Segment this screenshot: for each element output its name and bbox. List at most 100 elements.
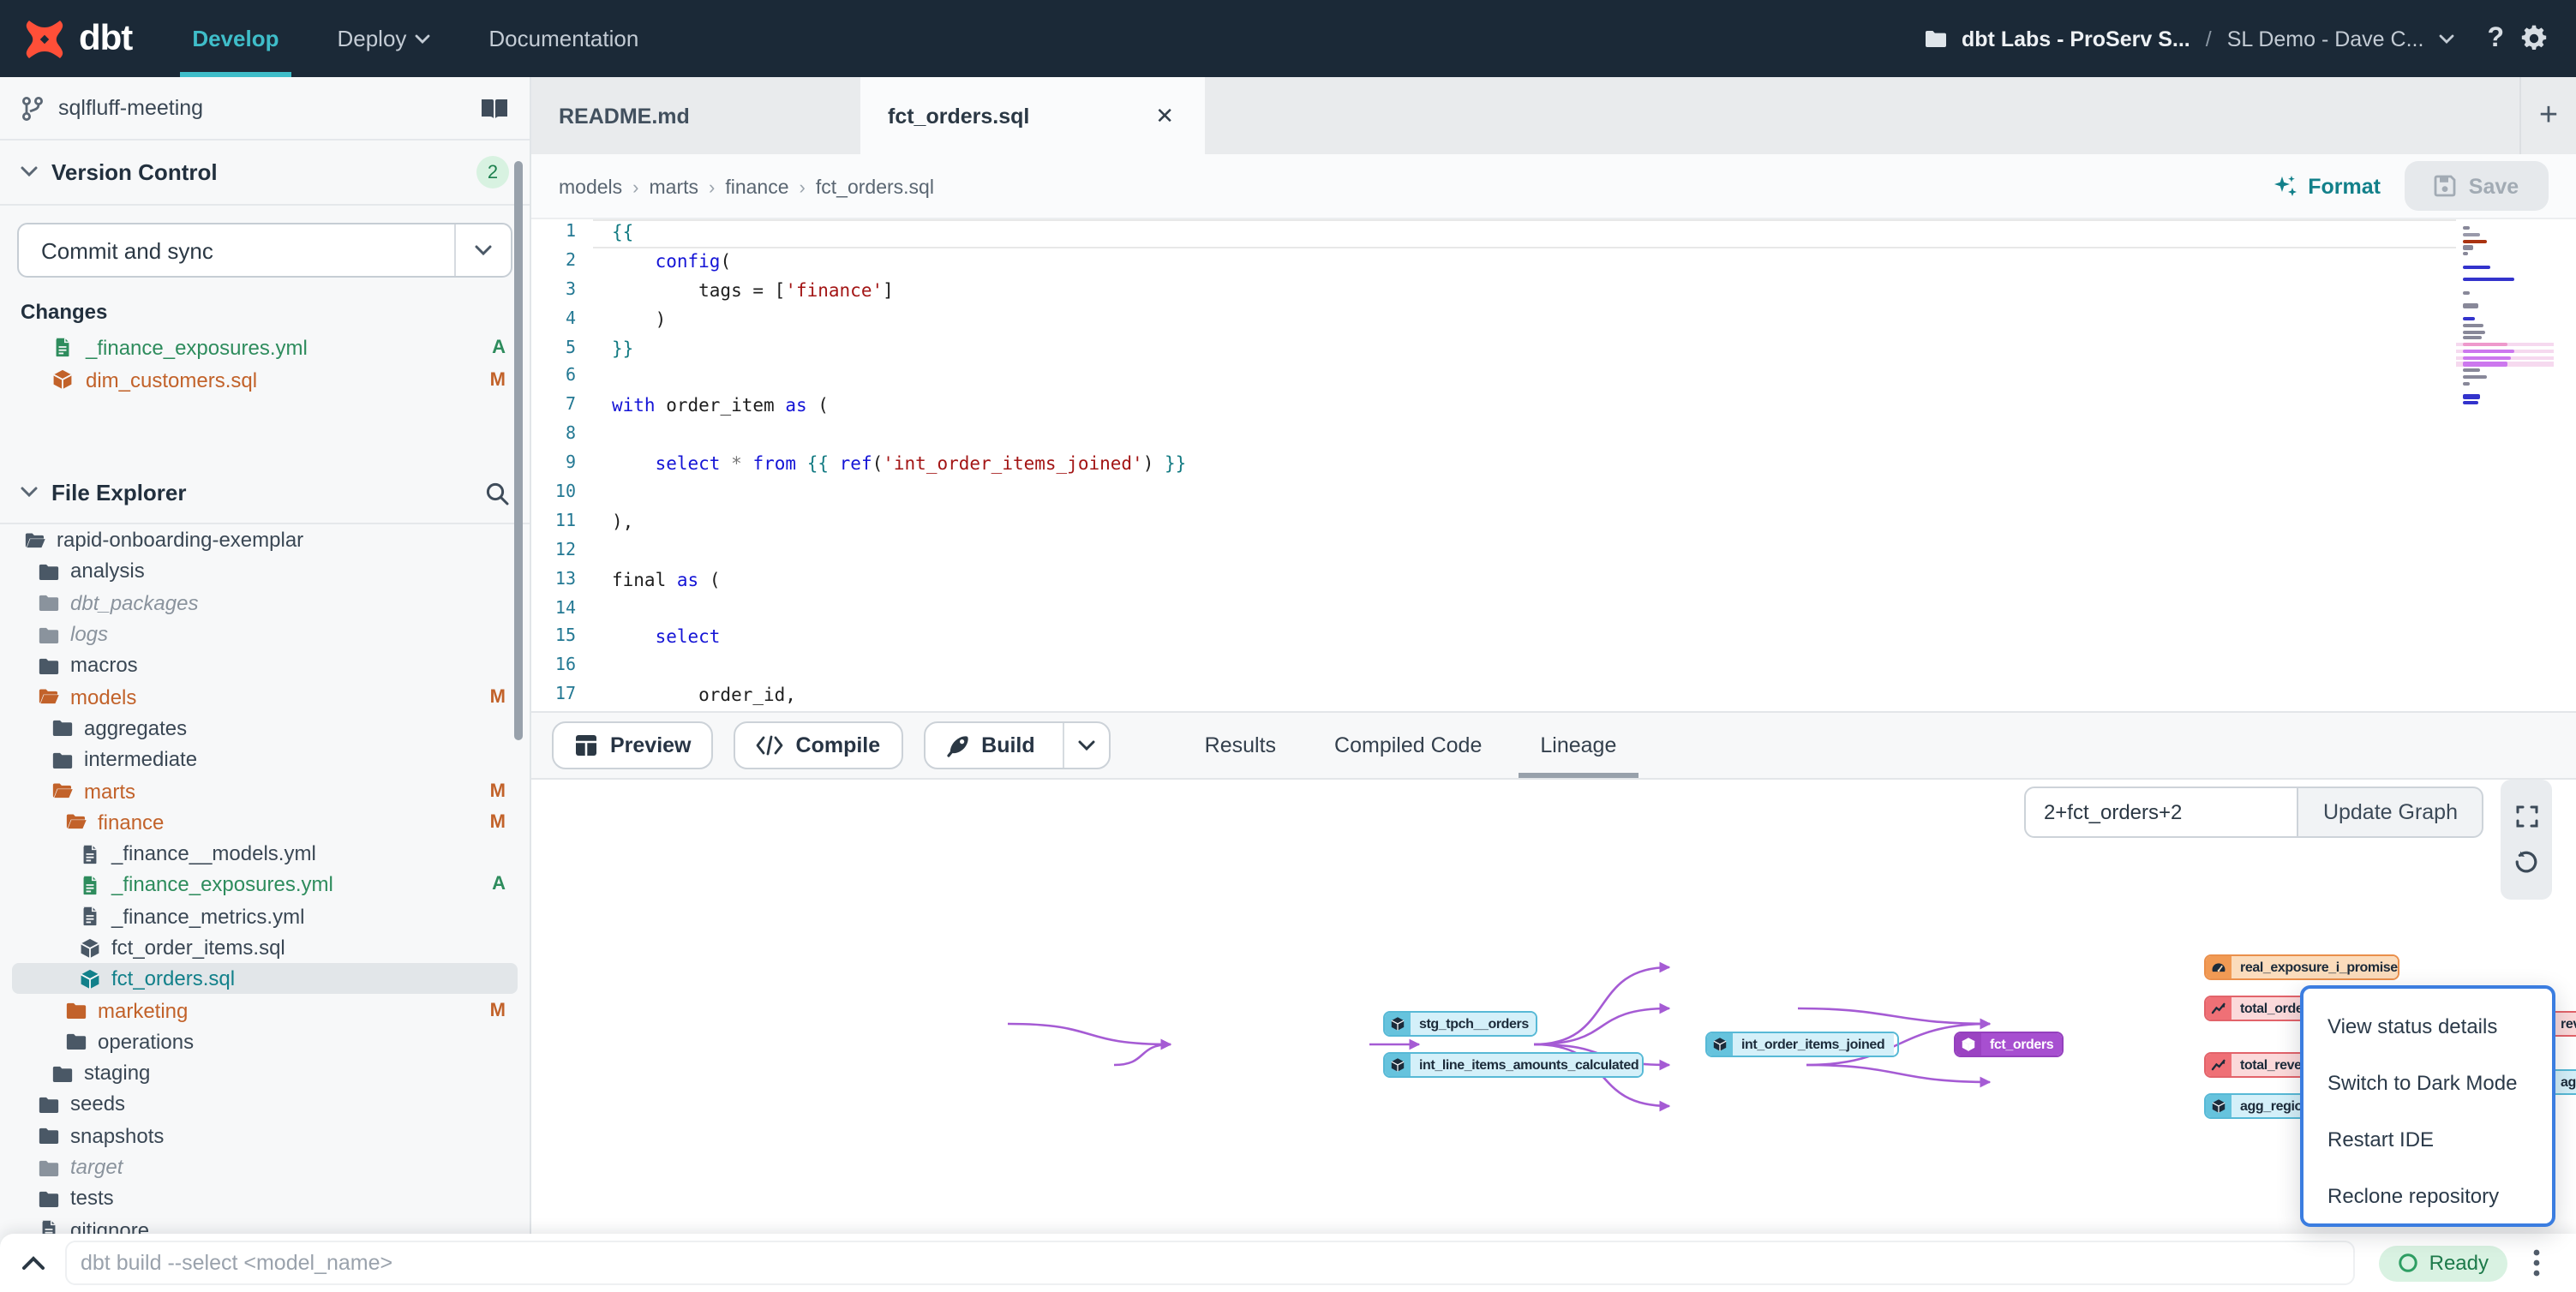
help-icon[interactable]: ?	[2487, 23, 2504, 54]
tree-item-analysis[interactable]: analysis	[0, 556, 530, 588]
dbt-logo[interactable]: dbt	[0, 16, 163, 61]
version-control-header[interactable]: Version Control 2	[0, 141, 530, 206]
line-number: 16	[531, 654, 576, 683]
chevron-down-icon	[21, 487, 38, 499]
docs-book-icon[interactable]	[480, 97, 509, 119]
tree-item-fct_order_items.sql[interactable]: fct_order_items.sql	[0, 932, 530, 964]
tree-item-intermediate[interactable]: intermediate	[0, 744, 530, 775]
dbt-logo-icon	[22, 16, 67, 61]
breadcrumb-segment-fct_orders.sql[interactable]: fct_orders.sql	[816, 177, 934, 198]
git-branch-row[interactable]: sqlfluff-meeting	[0, 77, 530, 141]
nav-deploy-label: Deploy	[337, 26, 406, 51]
tree-item-seeds[interactable]: seeds	[0, 1089, 530, 1121]
context-menu-item-restart-ide[interactable]: Restart IDE	[2303, 1110, 2552, 1167]
tree-item-logs[interactable]: logs	[0, 619, 530, 650]
tree-item-label: staging	[84, 1061, 150, 1085]
breadcrumb-separator: ›	[800, 177, 806, 198]
lineage-node-label: int_order_items_joined	[1733, 1033, 1893, 1056]
fullscreen-icon[interactable]	[2515, 805, 2537, 828]
expand-command-bar-icon[interactable]	[0, 1256, 65, 1270]
tree-item-_finance_metrics.yml[interactable]: _finance_metrics.yml	[0, 900, 530, 932]
file-tree-scrollbar[interactable]	[514, 161, 523, 740]
line-number: 4	[531, 306, 576, 335]
update-graph-button[interactable]: Update Graph	[2299, 787, 2483, 838]
nav-documentation[interactable]: Documentation	[459, 0, 668, 77]
lineage-node-stg_tpch__orders[interactable]: stg_tpch__orders	[1383, 1011, 1537, 1037]
project-name[interactable]: SL Demo - Dave C...	[2227, 27, 2424, 51]
tree-item-_finance__models.yml[interactable]: _finance__models.yml	[0, 838, 530, 870]
tree-item-label: marts	[84, 779, 135, 803]
code-line-2: 2 config(	[531, 248, 2576, 278]
breadcrumb-segment-finance[interactable]: finance	[725, 177, 788, 198]
tree-item-operations[interactable]: operations	[0, 1026, 530, 1058]
breadcrumb-segment-marts[interactable]: marts	[650, 177, 699, 198]
tree-item-_finance_exposures.yml[interactable]: _finance_exposures.ymlA	[0, 870, 530, 901]
nav-develop[interactable]: Develop	[163, 0, 308, 77]
commit-options-caret[interactable]	[454, 224, 511, 276]
lineage-selector-input[interactable]	[2025, 787, 2299, 838]
tree-item-marketing[interactable]: marketingM	[0, 995, 530, 1026]
reset-view-icon[interactable]	[2514, 851, 2538, 875]
cube-icon	[1385, 1054, 1411, 1076]
commit-and-sync-button[interactable]: Commit and sync	[19, 224, 454, 276]
build-split-button[interactable]: Build	[923, 721, 1111, 769]
more-options-kebab-icon[interactable]	[2507, 1249, 2566, 1277]
tab-fct-orders[interactable]: fct_orders.sql ✕	[860, 77, 1205, 154]
preview-button[interactable]: Preview	[552, 721, 714, 769]
tree-item-aggregates[interactable]: aggregates	[0, 713, 530, 745]
tree-item-snapshots[interactable]: snapshots	[0, 1120, 530, 1151]
change-item-dim_customers.sql[interactable]: dim_customers.sqlM	[0, 363, 530, 396]
tree-item-finance[interactable]: financeM	[0, 806, 530, 838]
format-button[interactable]: Format	[2272, 173, 2381, 199]
context-menu-item-reclone-repository[interactable]: Reclone repository	[2303, 1167, 2552, 1223]
lineage-node-real_exposure_i_promise[interactable]: real_exposure_i_promise	[2204, 954, 2399, 980]
save-button[interactable]: Save	[2405, 161, 2549, 211]
tab-results[interactable]: Results	[1183, 713, 1298, 778]
tree-item-models[interactable]: modelsM	[0, 681, 530, 713]
compile-button[interactable]: Compile	[734, 721, 903, 769]
lineage-canvas[interactable]: Update Graph stg_tpch__orders int_line_it…	[531, 780, 2576, 1234]
breadcrumb-segment-models[interactable]: models	[559, 177, 622, 198]
code-line-14: 14	[531, 595, 2576, 625]
lineage-node-label: int_line_items_amounts_calculated	[1411, 1054, 1644, 1076]
tab-compiled-code[interactable]: Compiled Code	[1312, 713, 1504, 778]
tree-item-tests[interactable]: tests	[0, 1182, 530, 1214]
code-line-5: 5}}	[531, 335, 2576, 364]
editor-minimap[interactable]	[2456, 226, 2554, 517]
tree-item-staging[interactable]: staging	[0, 1057, 530, 1089]
command-input[interactable]	[65, 1241, 2356, 1285]
tab-lineage[interactable]: Lineage	[1518, 713, 1638, 778]
change-item-_finance_exposures.yml[interactable]: _finance_exposures.ymlA	[0, 331, 530, 363]
close-tab-icon[interactable]: ✕	[1152, 102, 1177, 129]
minimap-line	[2456, 401, 2554, 404]
lineage-node-label: real_exposure_i_promise	[2232, 956, 2399, 978]
tree-item-target[interactable]: target	[0, 1151, 530, 1183]
minimap-line	[2456, 226, 2554, 230]
new-tab-button[interactable]: +	[2519, 77, 2576, 154]
chevron-down-icon[interactable]	[2439, 33, 2454, 44]
tree-item-label: macros	[70, 654, 138, 678]
build-options-caret[interactable]	[1063, 723, 1109, 768]
gear-icon[interactable]	[2519, 24, 2549, 53]
code-line-4: 4 )	[531, 306, 2576, 335]
minimap-line	[2456, 375, 2554, 379]
context-menu-item-switch-to-dark-mode[interactable]: Switch to Dark Mode	[2303, 1054, 2552, 1110]
tree-item-dbt_packages[interactable]: dbt_packages	[0, 587, 530, 619]
tree-item-rapid-onboarding-exemplar[interactable]: rapid-onboarding-exemplar	[0, 524, 530, 556]
tree-item-status-badge: A	[492, 875, 506, 895]
search-icon[interactable]	[485, 481, 509, 505]
file-explorer-header[interactable]: File Explorer	[0, 463, 530, 524]
lineage-node-fct_orders[interactable]: fct_orders	[1954, 1032, 2064, 1057]
tree-item-macros[interactable]: macros	[0, 649, 530, 681]
tree-item-marts[interactable]: martsM	[0, 775, 530, 807]
lineage-node-int_order_items_joined[interactable]: int_order_items_joined	[1705, 1032, 1899, 1057]
account-name[interactable]: dbt Labs - ProServ S...	[1962, 27, 2190, 51]
cube-icon	[1956, 1033, 1981, 1056]
code-editor[interactable]: 1{{2 config(3 tags = ['finance']4 )5}}67…	[531, 219, 2576, 711]
nav-deploy[interactable]: Deploy	[308, 0, 459, 77]
status-badge[interactable]: Ready	[2380, 1245, 2507, 1281]
tree-item-fct_orders.sql[interactable]: fct_orders.sql	[12, 963, 518, 995]
tab-readme[interactable]: README.md	[531, 77, 860, 154]
context-menu-item-view-status-details[interactable]: View status details	[2303, 997, 2552, 1054]
lineage-node-int_line_items_amounts_calculated[interactable]: int_line_items_amounts_calculated	[1383, 1052, 1644, 1078]
